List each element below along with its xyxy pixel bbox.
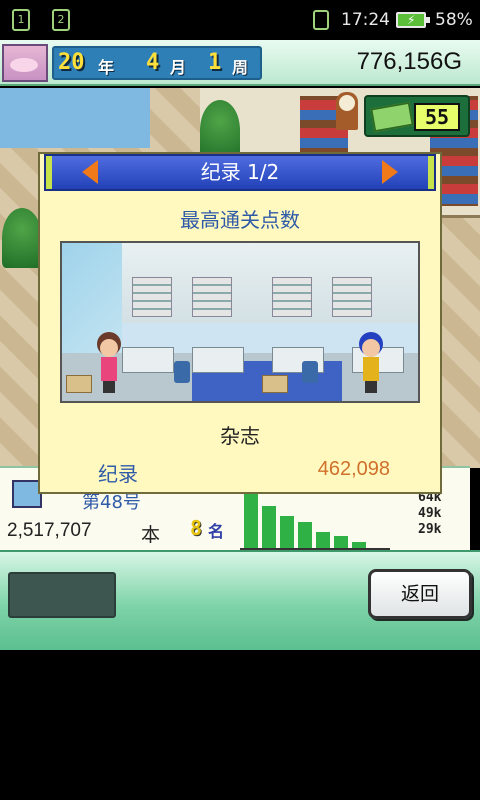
sales-unit: 本 <box>141 524 161 546</box>
grandfather-clock <box>336 92 358 130</box>
sales-value: 2,517,707 <box>7 520 92 541</box>
illustration-chair <box>302 361 318 383</box>
chart-bar <box>298 522 312 550</box>
game-top-bar: 20 年 4 月 1 周 776,156G <box>0 40 480 86</box>
blue-carpet <box>0 88 150 148</box>
sales-mini-chart <box>240 488 390 550</box>
female-employee <box>98 339 120 393</box>
back-button[interactable]: 返回 <box>368 569 472 619</box>
chart-bar <box>244 492 258 550</box>
record-value: 462,098 <box>317 458 390 480</box>
money-amount: 776,156G <box>356 48 462 75</box>
potted-plant <box>200 100 240 160</box>
arrow-right-icon[interactable] <box>382 160 398 184</box>
illustration-shelf <box>192 277 232 317</box>
illustration-desk <box>122 347 174 373</box>
sim1-icon: 1 <box>12 9 30 31</box>
bottom-bar: 返回 <box>0 550 480 650</box>
season-thumbnail[interactable] <box>2 44 48 82</box>
office-illustration <box>60 241 420 403</box>
place-unit: 名 <box>208 522 225 541</box>
empty-action-slot <box>8 572 116 618</box>
month-value: 4 <box>146 50 160 75</box>
arrow-left-icon[interactable] <box>82 160 98 184</box>
record-label: 纪录 <box>98 462 138 486</box>
illustration-shelf <box>272 277 312 317</box>
week-value: 1 <box>208 50 222 75</box>
dialog-header: 纪录 1/2 <box>44 154 436 191</box>
dialog-title: 纪录 1/2 <box>200 160 280 184</box>
chart-bar <box>280 516 294 550</box>
record-category: 最高通关点数 <box>180 208 300 232</box>
year-value: 20 <box>58 50 85 75</box>
status-bar: 1 2 17:24 ⚡ 58% <box>0 0 480 40</box>
illustration-box <box>262 375 288 393</box>
chart-value-label: 29k <box>418 522 442 537</box>
illustration-box <box>66 375 92 393</box>
clock-time: 17:24 <box>341 10 390 30</box>
potted-plant <box>2 208 42 268</box>
record-dialog: 纪录 1/2 最高通关点数 杂志 纪录 462,098 <box>38 152 442 494</box>
money-bill-icon <box>370 101 414 133</box>
date-display: 20 年 4 月 1 周 <box>52 46 262 80</box>
illustration-desk <box>192 347 244 373</box>
battery-percent: 58% <box>435 10 473 30</box>
illustration-shelf <box>332 277 372 317</box>
month-unit: 月 <box>170 58 187 77</box>
chart-bar <box>262 506 276 550</box>
vibrate-icon <box>313 10 329 30</box>
chart-value-label: 49k <box>418 506 442 521</box>
year-unit: 年 <box>98 58 115 77</box>
battery-icon: ⚡ <box>396 12 430 28</box>
resource-badge[interactable]: 55 <box>364 95 470 137</box>
record-item-name: 杂志 <box>220 424 260 448</box>
place-number: 8 <box>190 516 203 540</box>
male-employee <box>360 339 382 393</box>
sim2-icon: 2 <box>52 9 70 31</box>
resource-count: 55 <box>414 103 460 131</box>
illustration-chair <box>174 361 190 383</box>
week-unit: 周 <box>232 58 249 77</box>
illustration-shelf <box>132 277 172 317</box>
